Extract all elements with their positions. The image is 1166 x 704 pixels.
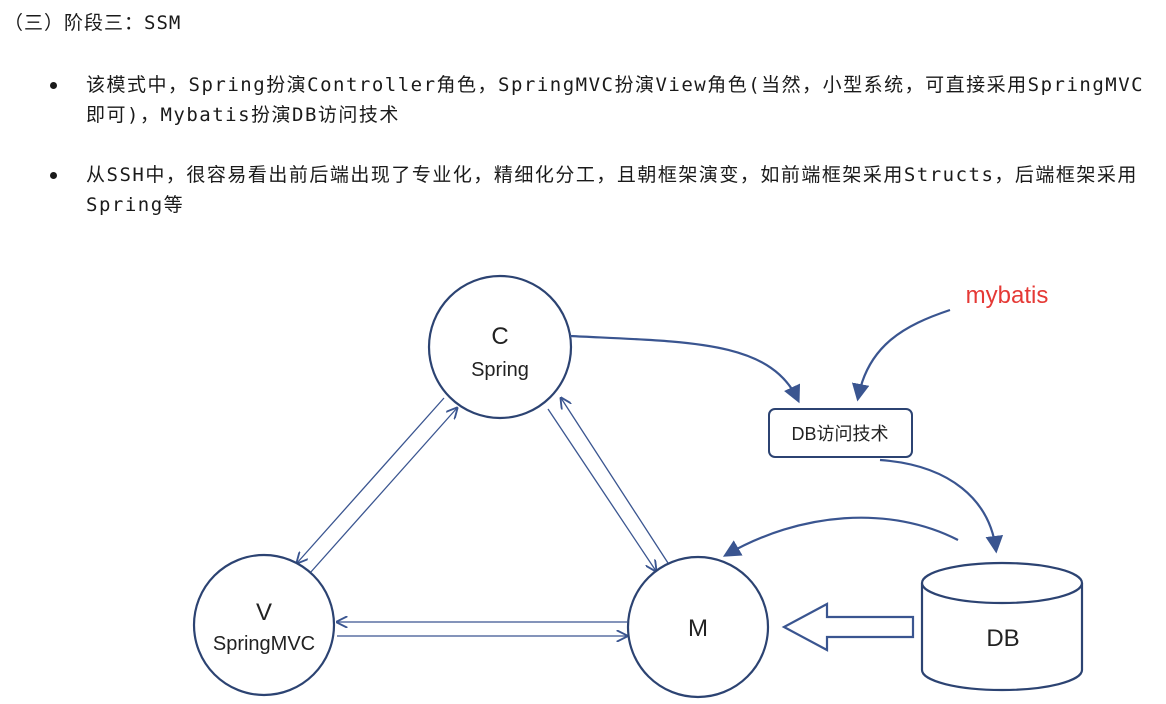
node-v-springmvc: V SpringMVC xyxy=(192,553,336,697)
db-access-label: DB访问技术 xyxy=(791,424,888,444)
node-m: M xyxy=(626,555,770,699)
db-cylinder-label: DB xyxy=(986,625,1019,652)
db-access-box: DB访问技术 xyxy=(768,408,913,458)
edge-c-to-m xyxy=(547,408,656,571)
mybatis-label: mybatis xyxy=(966,282,1049,309)
edge-c-to-dbaccess xyxy=(569,334,801,404)
node-c-sub: Spring xyxy=(471,359,529,381)
edge-c-to-v xyxy=(297,397,445,563)
edge-c-v xyxy=(297,397,457,574)
edge-mybatis-to-dbaccess xyxy=(851,308,951,402)
edge-v-m xyxy=(337,622,627,636)
node-v-letter: V xyxy=(256,599,272,626)
node-m-letter: M xyxy=(688,615,708,642)
edge-db-to-m xyxy=(722,516,959,557)
architecture-diagram: C Spring V SpringMVC M mybatis DB访问技术 DB xyxy=(192,274,1084,699)
edge-dbaccess-to-db xyxy=(879,458,1004,554)
hollow-arrow-db-to-m-icon xyxy=(781,602,915,652)
db-cylinder-top xyxy=(920,561,1084,605)
node-c-letter: C xyxy=(491,323,508,350)
db-cylinder: DB xyxy=(920,561,1084,692)
edge-m-to-c xyxy=(561,398,669,564)
node-c-spring: C Spring xyxy=(427,274,573,420)
node-v-sub: SpringMVC xyxy=(213,633,315,655)
edge-c-m xyxy=(547,398,669,571)
edge-v-to-c xyxy=(309,408,457,574)
